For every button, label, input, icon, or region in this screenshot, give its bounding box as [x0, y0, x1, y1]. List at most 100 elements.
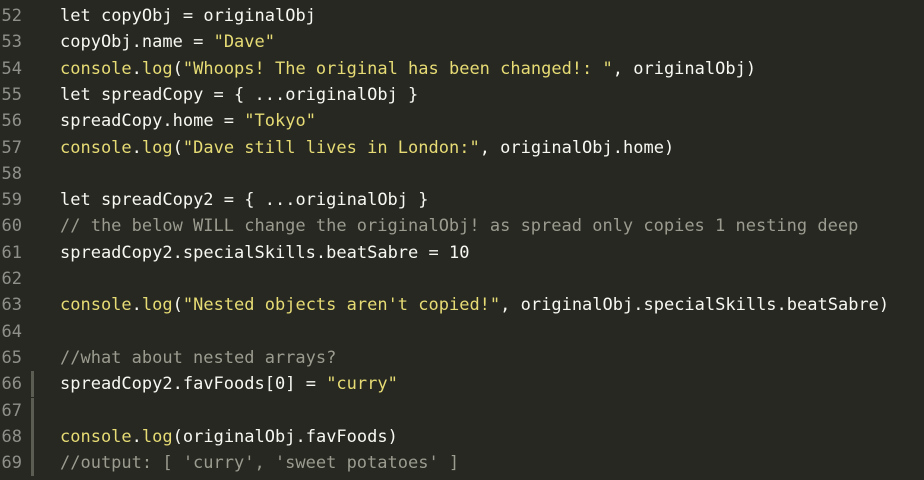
- code-token: //what about nested arrays?: [60, 347, 337, 368]
- code-token: .: [131, 32, 142, 53]
- line-number: 55: [1, 84, 22, 105]
- code-token: }: [408, 190, 429, 211]
- code-text: spreadCopy2.specialSkills.beatSabre = 10: [60, 240, 469, 266]
- code-text: console.log("Nested objects aren't copie…: [60, 292, 889, 318]
- code-token: beatSabre: [326, 242, 419, 263]
- code-line[interactable]: 53 copyObj.name = "Dave": [0, 29, 924, 55]
- code-line[interactable]: 54 console.log("Whoops! The original has …: [0, 56, 924, 82]
- code-token: =: [182, 32, 214, 53]
- code-token: ,: [500, 295, 521, 316]
- code-token: originalObj: [295, 190, 409, 211]
- code-token: (: [172, 295, 183, 316]
- code-text: spreadCopy.home = "Tokyo": [60, 108, 316, 134]
- code-line[interactable]: 63 console.log("Nested objects aren't cop…: [0, 292, 924, 318]
- line-number: 54: [1, 58, 22, 79]
- code-token: home: [623, 137, 664, 158]
- code-line[interactable]: 59 let spreadCopy2 = { ...originalObj }: [0, 187, 924, 213]
- code-text: copyObj.name = "Dave": [60, 29, 275, 55]
- line-number: 66: [1, 374, 22, 395]
- code-token: let: [60, 6, 101, 26]
- line-number: 65: [1, 347, 22, 368]
- code-line[interactable]: 58: [0, 161, 924, 187]
- code-token: name: [141, 32, 183, 53]
- code-token: spreadCopy2: [60, 242, 173, 263]
- code-token: originalObj: [182, 426, 296, 447]
- line-number: 58: [1, 163, 22, 184]
- code-token: = { ...: [213, 190, 296, 211]
- code-line[interactable]: 68 console.log(originalObj.favFoods): [0, 423, 924, 451]
- git-change-marker: [31, 397, 34, 424]
- code-token: spreadCopy: [60, 111, 163, 132]
- code-token: .: [776, 295, 787, 316]
- code-text: //output: [ 'curry', 'sweet potatoes' ]: [60, 450, 459, 476]
- code-token: "Whoops! The original has been changed!:…: [182, 58, 613, 79]
- code-token: .: [131, 137, 142, 158]
- code-token: "Tokyo": [244, 111, 316, 132]
- code-line[interactable]: 56 spreadCopy.home = "Tokyo": [0, 108, 924, 134]
- code-token: log: [141, 58, 173, 79]
- code-line[interactable]: 62: [0, 266, 924, 292]
- line-number: 67: [1, 400, 22, 421]
- code-line[interactable]: 69 //output: [ 'curry', 'sweet potatoes' …: [0, 450, 924, 477]
- code-token: originalObj: [633, 58, 746, 79]
- line-number: 69: [1, 453, 22, 474]
- code-token: specialSkills: [643, 295, 777, 316]
- code-token: originalObj: [520, 295, 634, 316]
- code-token: = { ...: [203, 84, 286, 105]
- code-token: }: [397, 84, 419, 105]
- git-change-marker: [31, 450, 34, 477]
- code-text: //what about nested arrays?: [60, 345, 336, 371]
- code-token: // the below WILL change the originalObj…: [60, 216, 859, 237]
- code-line[interactable]: 65 //what about nested arrays?: [0, 345, 924, 371]
- code-token: .: [295, 426, 306, 447]
- code-token: spreadCopy2: [60, 374, 173, 395]
- code-text: console.log("Whoops! The original has be…: [60, 56, 756, 82]
- code-line[interactable]: 55 let spreadCopy = { ...originalObj }: [0, 82, 924, 108]
- code-text: console.log("Dave still lives in London:…: [60, 135, 674, 161]
- code-token: let: [60, 190, 101, 211]
- code-line[interactable]: 66 spreadCopy2.favFoods[0] = "curry": [0, 371, 924, 398]
- code-token: .: [633, 295, 644, 316]
- code-token: originalObj: [500, 137, 613, 158]
- code-token: "Nested objects aren't copied!": [182, 295, 501, 316]
- code-text: // the below WILL change the originalObj…: [60, 213, 858, 239]
- code-token: =: [418, 242, 449, 263]
- line-number: 63: [1, 295, 22, 316]
- line-number: 61: [1, 242, 22, 263]
- code-token: log: [141, 426, 173, 447]
- code-token: .: [131, 426, 142, 447]
- code-line[interactable]: 67: [0, 397, 924, 424]
- code-token: .: [131, 58, 142, 79]
- code-token: //output: [ 'curry', 'sweet potatoes' ]: [60, 453, 460, 474]
- code-token: log: [141, 137, 173, 158]
- code-token: .: [172, 374, 183, 395]
- code-token: console: [60, 295, 132, 316]
- line-number: 64: [1, 321, 22, 342]
- code-line[interactable]: 64: [0, 319, 924, 345]
- line-number: 53: [1, 32, 22, 53]
- git-change-marker: [31, 371, 34, 398]
- code-token: originalObj: [203, 6, 316, 26]
- code-token: "Dave still lives in London:": [182, 137, 480, 158]
- code-line[interactable]: 60 // the below WILL change the originalO…: [0, 213, 924, 239]
- code-token: (: [172, 426, 183, 447]
- code-token: ): [878, 295, 890, 316]
- code-token: spreadCopy: [100, 84, 204, 105]
- line-number: 68: [1, 426, 22, 447]
- code-editor[interactable]: 52 let copyObj = originalObj 53 copyObj.nam…: [0, 0, 924, 480]
- code-token: =: [172, 6, 204, 26]
- code-line[interactable]: 61 spreadCopy2.specialSkills.beatSabre = …: [0, 240, 924, 266]
- code-text: let spreadCopy2 = { ...originalObj }: [60, 187, 429, 213]
- code-token: (: [172, 137, 183, 158]
- code-token: copyObj: [100, 6, 173, 26]
- code-line[interactable]: 57 console.log("Dave still lives in Londo…: [0, 135, 924, 161]
- code-token: 10: [449, 242, 470, 263]
- code-token: favFoods: [182, 374, 265, 395]
- code-token: ,: [479, 137, 501, 158]
- code-line[interactable]: 52 let copyObj = originalObj: [0, 3, 924, 29]
- code-token: .: [172, 242, 183, 263]
- code-token: 0: [274, 374, 286, 395]
- code-token: ] =: [285, 374, 327, 395]
- line-number: 59: [1, 190, 22, 211]
- code-token: let: [60, 84, 101, 105]
